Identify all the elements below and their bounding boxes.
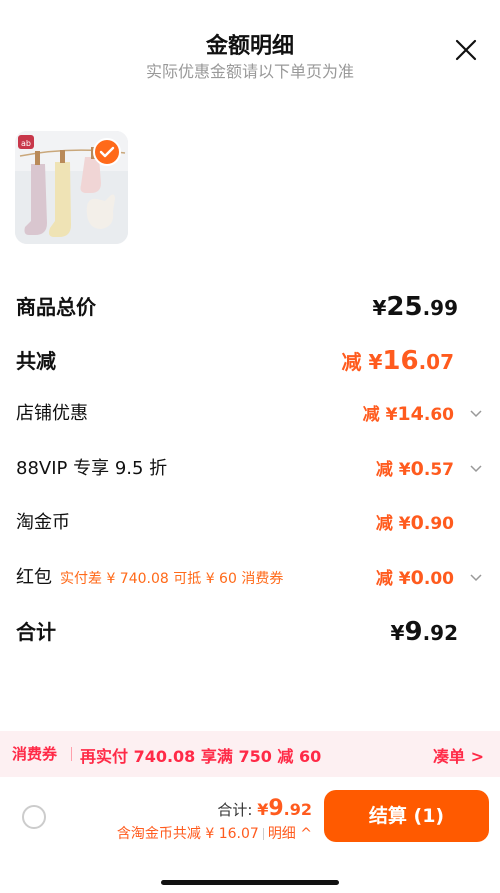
coupon-tag: 消费券 (12, 745, 58, 763)
total-price-label: 商品总价 (16, 295, 96, 319)
row-store-discount[interactable]: 店铺优惠 减 ¥14.60 (16, 397, 484, 431)
chevron-down-icon[interactable] (468, 569, 484, 585)
row-subtotal: 合计 ¥9.92 (16, 615, 484, 649)
page-title: 金额明细 (205, 34, 294, 59)
checkout-discount-note: 含淘金币共减 ¥ 16.07 明细 ^ (116, 826, 312, 842)
divider (71, 747, 72, 761)
row-total-discount: 共减 减 ¥16.07 (16, 344, 484, 378)
row-total-price: 商品总价 ¥25.99 (16, 290, 484, 324)
store-discount-value: 减 ¥14.60 (362, 403, 454, 425)
store-discount-label: 店铺优惠 (16, 403, 88, 424)
red-packet-value: 减 ¥0.00 (375, 567, 454, 589)
subtotal-label: 合计 (16, 620, 56, 644)
select-all-radio[interactable] (22, 805, 46, 829)
coins-label: 淘金币 (16, 512, 70, 533)
checkout-button[interactable]: 结算 (1) (324, 790, 489, 842)
row-coins: 淘金币 减 ¥0.90 (16, 506, 484, 540)
home-indicator (161, 880, 339, 885)
add-items-link[interactable]: 凑单 > (433, 743, 484, 767)
chevron-down-icon[interactable] (468, 405, 484, 421)
row-vip-discount[interactable]: 88VIP 专享 9.5 折 减 ¥0.57 (16, 452, 484, 486)
details-toggle[interactable]: 明细 ^ (268, 826, 312, 842)
total-discount-value: 减 ¥16.07 (341, 346, 454, 376)
coupon-promo-banner: 消费券 再实付 740.08 享满 750 减 60 凑单 > (0, 731, 500, 777)
vip-discount-value: 减 ¥0.57 (375, 458, 454, 480)
total-price-value: ¥25.99 (372, 292, 458, 322)
vip-discount-label: 88VIP 专享 9.5 折 (16, 458, 168, 479)
total-discount-label: 共减 (16, 349, 56, 373)
subtotal-value: ¥9.92 (390, 617, 458, 647)
page-subtitle: 实际优惠金额请以下单页为准 (145, 62, 354, 81)
header: 金额明细 实际优惠金额请以下单页为准 (0, 0, 500, 100)
coupon-promo-text: 再实付 740.08 享满 750 减 60 (80, 747, 322, 766)
checkout-total: 合计: ¥9.92 (217, 796, 312, 821)
row-red-packet[interactable]: 红包 实付差 ¥ 740.08 可抵 ¥ 60 消费券 减 ¥0.00 (16, 561, 484, 595)
red-packet-label: 红包 实付差 ¥ 740.08 可抵 ¥ 60 消费券 (16, 567, 284, 588)
checkout-bar: 合计: ¥9.92 含淘金币共减 ¥ 16.07 明细 ^ 结算 (1) (0, 778, 500, 893)
red-packet-note: 实付差 ¥ 740.08 可抵 ¥ 60 消费券 (60, 571, 284, 587)
coins-value: 减 ¥0.90 (375, 512, 454, 534)
svg-text:ab: ab (21, 139, 31, 148)
chevron-down-icon[interactable] (468, 460, 484, 476)
close-icon[interactable] (454, 38, 478, 62)
selected-check-icon[interactable] (93, 138, 121, 166)
